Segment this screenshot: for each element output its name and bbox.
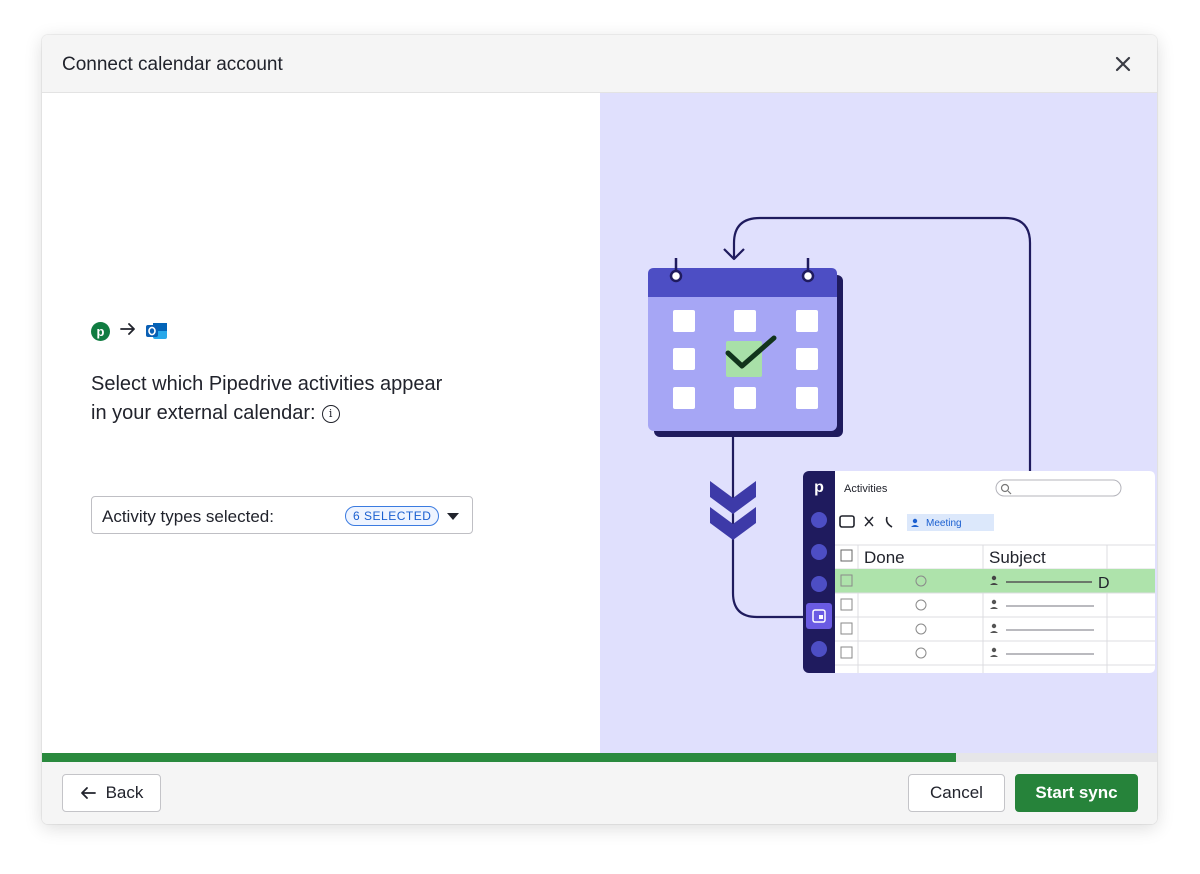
- app-title: Activities: [844, 483, 888, 495]
- heading-line-1: Select which Pipedrive activities appear: [91, 373, 443, 395]
- modal-footer: Back Cancel Start sync: [42, 762, 1157, 824]
- settings-pane: p Select which Pipedrive activities appe…: [42, 93, 600, 753]
- outlook-logo-icon: [146, 321, 168, 341]
- connect-calendar-modal: Connect calendar account p Select which …: [42, 35, 1157, 824]
- activities-app-window: p Activities Meeting Done Subject D: [803, 471, 1155, 673]
- close-icon: [1115, 56, 1131, 72]
- column-subject: Subject: [989, 548, 1046, 567]
- row-partial-text: D: [1098, 575, 1110, 592]
- calendar-ring-right-knob: [801, 269, 815, 283]
- activities-heading: Select which Pipedrive activities appear…: [91, 370, 491, 428]
- calendar-ring-left-knob: [669, 269, 683, 283]
- column-done: Done: [864, 548, 905, 567]
- info-icon[interactable]: i: [321, 405, 340, 423]
- progress-bar: [42, 753, 1157, 762]
- sidebar-dot: [811, 576, 827, 592]
- back-label: Back: [105, 783, 144, 802]
- meeting-chip-label: Meeting: [926, 518, 962, 529]
- arrow-left-icon: [80, 787, 96, 799]
- selected-count-badge: 6 SELECTED: [345, 506, 440, 526]
- sync-illustration: p Activities Meeting Done Subject D: [648, 216, 1155, 673]
- chevron-down-icon: [447, 513, 459, 520]
- activity-types-select[interactable]: Activity types selected: 6 SELECTED: [91, 496, 473, 534]
- modal-title: Connect calendar account: [62, 54, 283, 75]
- modal-header: Connect calendar account: [42, 35, 1157, 93]
- pipedrive-logo-icon: p: [91, 321, 110, 341]
- sidebar-dot: [811, 641, 827, 657]
- arrow-right-icon: [120, 322, 136, 341]
- heading-line-2: in your external calendar:: [91, 402, 316, 424]
- app-logo-letter: p: [814, 479, 824, 496]
- back-button[interactable]: Back: [62, 774, 161, 812]
- cancel-button[interactable]: Cancel: [908, 774, 1005, 812]
- close-button[interactable]: [1111, 52, 1135, 76]
- start-sync-button[interactable]: Start sync: [1015, 774, 1138, 812]
- progress-fill: [42, 753, 957, 762]
- sidebar-dot: [811, 544, 827, 560]
- select-label: Activity types selected:: [102, 507, 274, 526]
- search-field: [995, 479, 1122, 497]
- sidebar-dot: [811, 512, 827, 528]
- illustration-pane: p Activities Meeting Done Subject D: [600, 93, 1157, 753]
- sync-direction: p: [91, 321, 168, 341]
